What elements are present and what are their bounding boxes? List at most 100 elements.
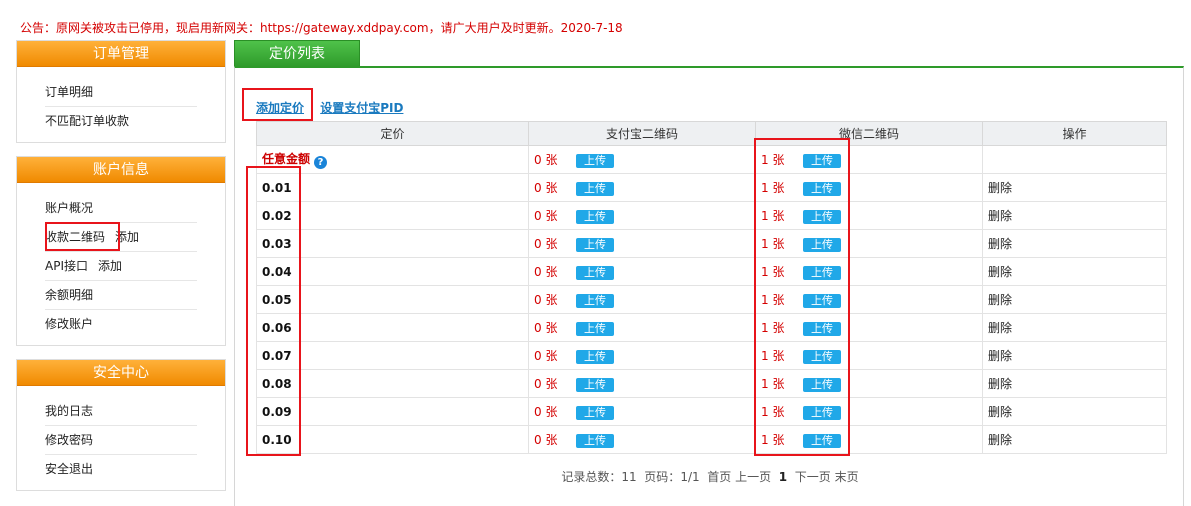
price-cell: 0.02 [256,201,529,230]
sidebar-item-balance-detail[interactable]: 余额明细 [45,281,197,310]
sidebar-item-unmatched-orders[interactable]: 不匹配订单收款 [45,107,197,136]
sidebar-item-label[interactable]: 账户概况 [45,201,93,215]
alipay-upload-button[interactable]: 上传 [576,294,614,308]
operation-cell: 删除 [982,341,1167,370]
wechat-count: 1 张 [761,209,785,223]
sidebar-item-my-log[interactable]: 我的日志 [45,397,197,426]
first-page-link[interactable]: 首页 [707,470,731,484]
wechat-upload-button[interactable]: 上传 [803,406,841,420]
alipay-count: 0 张 [534,265,558,279]
prev-page-link[interactable]: 上一页 [735,470,771,484]
wechat-upload-button[interactable]: 上传 [803,238,841,252]
pagination: 记录总数：11 页码：1/1 首页 上一页 1 下一页 末页 [235,468,1185,485]
alipay-upload-button[interactable]: 上传 [576,350,614,364]
price-cell: 任意金额? [256,145,529,174]
wechat-upload-button[interactable]: 上传 [803,266,841,280]
sidebar-item-change-password[interactable]: 修改密码 [45,426,197,455]
wechat-cell: 1 张 上传 [755,425,983,454]
wechat-upload-button[interactable]: 上传 [803,350,841,364]
alipay-cell: 0 张 上传 [528,229,756,258]
delete-link[interactable]: 删除 [988,377,1012,391]
alipay-upload-button[interactable]: 上传 [576,322,614,336]
alipay-count: 0 张 [534,209,558,223]
price-value: 0.03 [262,236,292,251]
table-header-row: 定价 支付宝二维码 微信二维码 操作 [256,121,1167,146]
sidebar-item-account-overview[interactable]: 账户概况 [45,194,197,223]
add-qr-code-link[interactable]: 添加 [115,230,139,244]
alipay-upload-button[interactable]: 上传 [576,378,614,392]
alipay-cell: 0 张 上传 [528,201,756,230]
alipay-upload-button[interactable]: 上传 [576,182,614,196]
delete-link[interactable]: 删除 [988,209,1012,223]
total-label: 记录总数： [561,470,622,484]
alipay-upload-button[interactable]: 上传 [576,238,614,252]
wechat-upload-button[interactable]: 上传 [803,434,841,448]
delete-link[interactable]: 删除 [988,349,1012,363]
wechat-count: 1 张 [761,237,785,251]
sidebar-item-qr-codes[interactable]: 收款二维码 添加 [45,223,197,252]
wechat-upload-button[interactable]: 上传 [803,378,841,392]
add-api-link[interactable]: 添加 [98,259,122,273]
sidebar-item-label[interactable]: 修改密码 [45,433,93,447]
alipay-count: 0 张 [534,349,558,363]
table-row: 0.07 0 张 上传 1 张 上传 删除 [256,341,1167,370]
delete-link[interactable]: 删除 [988,265,1012,279]
alipay-upload-button[interactable]: 上传 [576,154,614,168]
alipay-upload-button[interactable]: 上传 [576,434,614,448]
wechat-count: 1 张 [761,265,785,279]
price-value: 任意金额 [262,152,311,166]
wechat-upload-button[interactable]: 上传 [803,182,841,196]
sidebar-item-logout[interactable]: 安全退出 [45,455,197,484]
account-info-title: 账户信息 [17,157,225,183]
table-row: 0.05 0 张 上传 1 张 上传 删除 [256,285,1167,314]
table-row: 0.02 0 张 上传 1 张 上传 删除 [256,201,1167,230]
alipay-count: 0 张 [534,433,558,447]
alipay-cell: 0 张 上传 [528,173,756,202]
next-page-link[interactable]: 下一页 [795,470,831,484]
sidebar-item-label[interactable]: 收款二维码 [45,230,105,244]
alipay-cell: 0 张 上传 [528,145,756,174]
wechat-upload-button[interactable]: 上传 [803,294,841,308]
wechat-upload-button[interactable]: 上传 [803,154,841,168]
security-center-panel: 安全中心 我的日志 修改密码 安全退出 [16,359,226,491]
wechat-upload-button[interactable]: 上传 [803,210,841,224]
delete-link[interactable]: 删除 [988,405,1012,419]
wechat-count: 1 张 [761,321,785,335]
add-price-link[interactable]: 添加定价 [256,101,304,115]
set-alipay-pid-link[interactable]: 设置支付宝PID [320,101,403,115]
page-indicator: 1/1 [680,470,700,484]
alipay-upload-button[interactable]: 上传 [576,210,614,224]
sidebar-item-label[interactable]: 我的日志 [45,404,93,418]
sidebar-item-order-detail[interactable]: 订单明细 [45,78,197,107]
sidebar-item-label[interactable]: 订单明细 [45,85,93,99]
price-cell: 0.06 [256,313,529,342]
wechat-cell: 1 张 上传 [755,313,983,342]
sidebar-item-label[interactable]: 安全退出 [45,462,93,476]
price-cell: 0.03 [256,229,529,258]
sidebar-item-label[interactable]: API接口 [45,259,88,273]
sidebar-item-label[interactable]: 余额明细 [45,288,93,302]
alipay-cell: 0 张 上传 [528,313,756,342]
last-page-link[interactable]: 末页 [835,470,859,484]
alipay-cell: 0 张 上传 [528,397,756,426]
sidebar-item-edit-account[interactable]: 修改账户 [45,310,197,339]
help-icon[interactable]: ? [314,156,328,169]
tab-price-list[interactable]: 定价列表 [234,40,360,67]
delete-link[interactable]: 删除 [988,321,1012,335]
order-management-panel: 订单管理 订单明细 不匹配订单收款 [16,40,226,143]
alipay-upload-button[interactable]: 上传 [576,406,614,420]
alipay-cell: 0 张 上传 [528,341,756,370]
wechat-upload-button[interactable]: 上传 [803,322,841,336]
wechat-cell: 1 张 上传 [755,173,983,202]
alipay-upload-button[interactable]: 上传 [576,266,614,280]
delete-link[interactable]: 删除 [988,293,1012,307]
sidebar-item-label[interactable]: 修改账户 [45,317,93,331]
alipay-count: 0 张 [534,153,558,167]
delete-link[interactable]: 删除 [988,237,1012,251]
sidebar-item-api[interactable]: API接口 添加 [45,252,197,281]
sidebar-item-label[interactable]: 不匹配订单收款 [45,114,129,128]
delete-link[interactable]: 删除 [988,181,1012,195]
table-row: 0.10 0 张 上传 1 张 上传 删除 [256,425,1167,454]
column-header-wechat: 微信二维码 [755,121,983,146]
delete-link[interactable]: 删除 [988,433,1012,447]
